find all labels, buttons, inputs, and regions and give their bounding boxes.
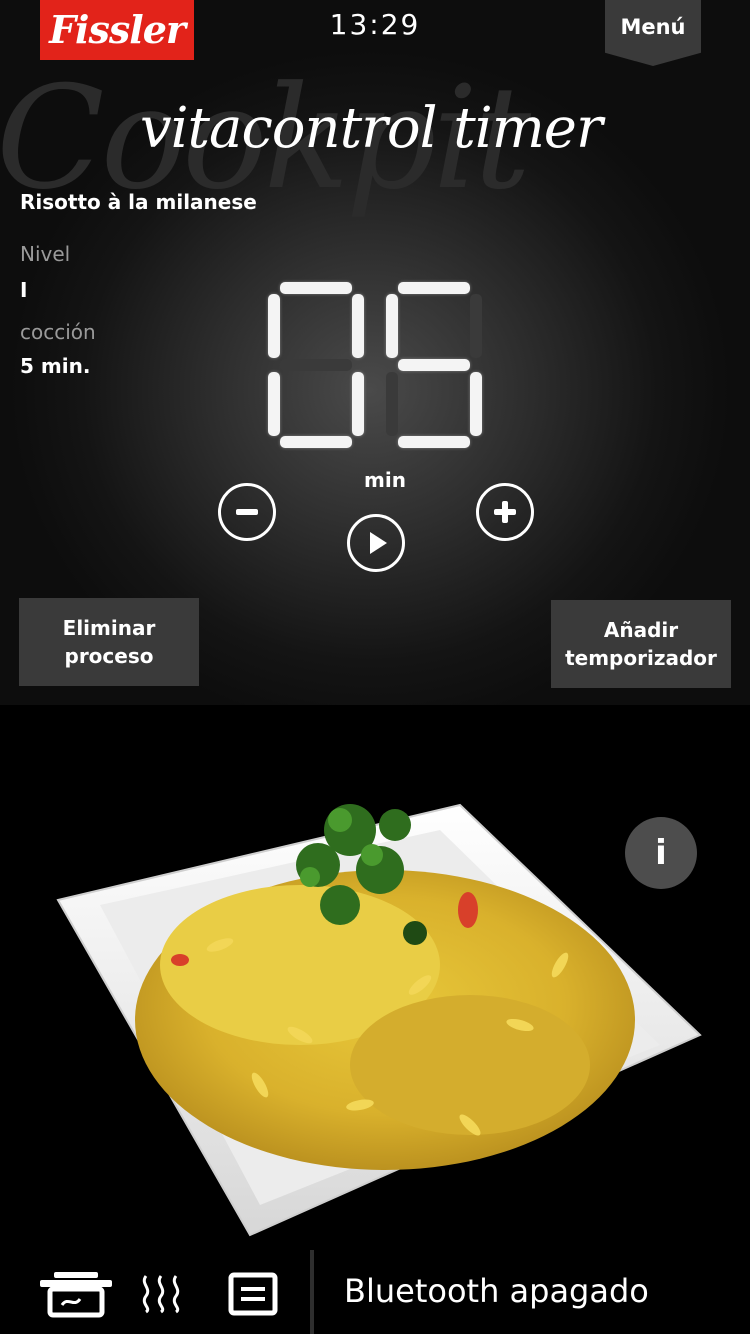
delete-process-label: Eliminar proceso <box>62 616 156 668</box>
info-button[interactable]: i <box>625 817 697 889</box>
level-label: Nivel <box>20 242 71 266</box>
timer-digit-tens <box>266 282 366 448</box>
delete-process-button[interactable]: Eliminar proceso <box>19 598 199 686</box>
timer-display <box>266 282 488 448</box>
cooking-value: 5 min. <box>20 354 91 378</box>
play-icon <box>370 532 387 554</box>
info-icon: i <box>655 833 667 873</box>
add-timer-button[interactable]: Añadir temporizador <box>551 600 731 688</box>
increase-button[interactable] <box>476 483 534 541</box>
bluetooth-status: Bluetooth apagado <box>344 1272 649 1310</box>
add-timer-label: Añadir temporizador <box>565 618 717 670</box>
cooking-label: cocción <box>20 320 96 344</box>
timer-unit: min <box>364 468 406 492</box>
start-timer-button[interactable] <box>347 514 405 572</box>
pot-icon[interactable] <box>38 1272 114 1318</box>
menu-button[interactable]: Menú <box>605 0 701 66</box>
list-icon[interactable] <box>228 1272 278 1316</box>
plus-icon <box>494 501 516 523</box>
decrease-button[interactable] <box>218 483 276 541</box>
steam-icon[interactable] <box>138 1274 184 1314</box>
risotto-photo <box>56 803 702 1237</box>
page-title: vitacontrol timer <box>140 96 603 161</box>
level-value: I <box>20 278 28 302</box>
recipe-name: Risotto à la milanese <box>20 190 257 214</box>
minus-icon <box>236 509 258 515</box>
timer-digit-ones <box>384 282 484 448</box>
bottom-divider <box>310 1250 314 1334</box>
